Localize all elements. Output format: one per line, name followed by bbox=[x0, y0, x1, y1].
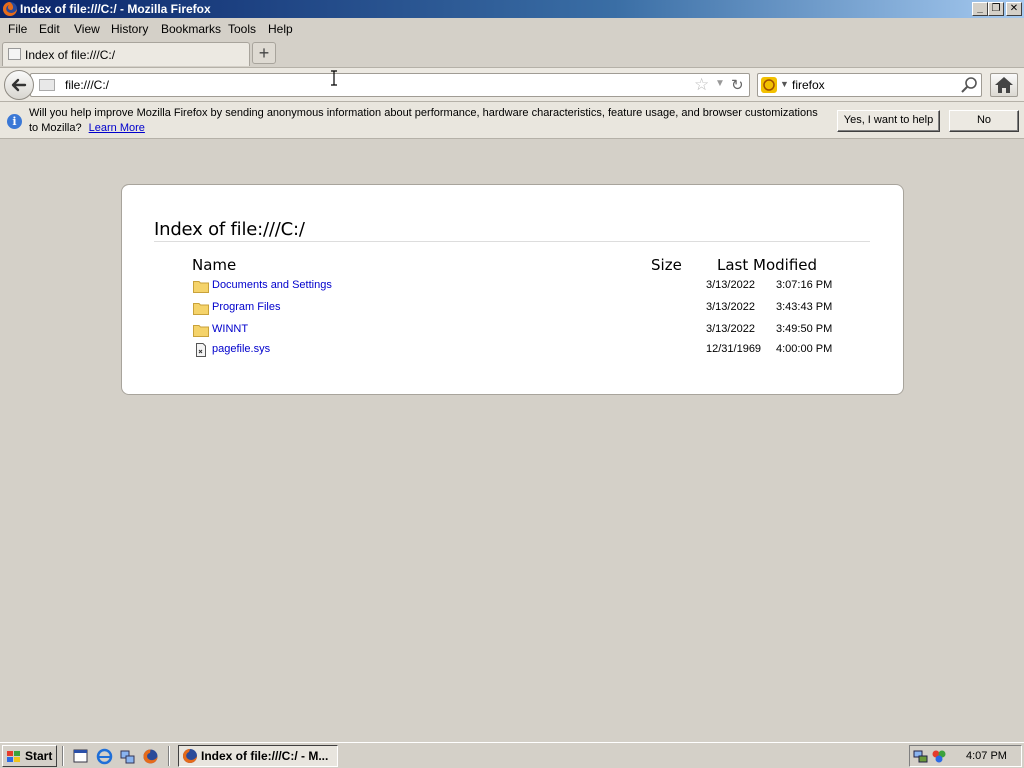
page-content: Index of file:///C:/ Name Size Last Modi… bbox=[0, 140, 1024, 740]
file-icon bbox=[196, 343, 206, 357]
menu-bookmarks[interactable]: Bookmarks bbox=[161, 22, 221, 36]
folder-icon bbox=[193, 303, 209, 315]
tab-index-c[interactable]: Index of file:///C:/ bbox=[2, 42, 250, 66]
folder-icon bbox=[193, 325, 209, 337]
show-desktop-icon[interactable] bbox=[72, 748, 89, 765]
network-connection-icon[interactable] bbox=[913, 749, 929, 764]
window-titlebar[interactable]: Index of file:///C:/ - Mozilla Firefox _… bbox=[0, 0, 1024, 18]
new-tab-button[interactable]: + bbox=[252, 42, 276, 64]
file-date: 3/13/2022 bbox=[706, 279, 755, 291]
close-icon: ✕ bbox=[1009, 3, 1019, 14]
minimize-icon: _ bbox=[977, 3, 983, 14]
tab-label: Index of file:///C:/ bbox=[25, 48, 116, 62]
file-date: 3/13/2022 bbox=[706, 301, 755, 313]
directory-listing-panel: Index of file:///C:/ Name Size Last Modi… bbox=[121, 184, 904, 395]
file-date: 3/13/2022 bbox=[706, 323, 755, 335]
menu-help[interactable]: Help bbox=[268, 22, 293, 36]
taskbar-separator bbox=[168, 746, 170, 766]
start-button[interactable]: Start bbox=[2, 745, 57, 767]
restore-icon: ❐ bbox=[991, 3, 1001, 14]
home-icon bbox=[995, 77, 1013, 93]
learn-more-link[interactable]: Learn More bbox=[89, 122, 145, 134]
taskbar: Start Index of file:///C:/ - M... 4:07 P… bbox=[0, 742, 1024, 768]
back-button[interactable] bbox=[4, 70, 34, 100]
taskbar-firefox-window[interactable]: Index of file:///C:/ - M... bbox=[178, 745, 338, 767]
history-dropdown-icon[interactable]: ▼ bbox=[715, 78, 725, 89]
url-input[interactable] bbox=[65, 77, 665, 93]
menu-history[interactable]: History bbox=[111, 22, 148, 36]
home-button[interactable] bbox=[990, 73, 1018, 97]
windows-logo-icon bbox=[7, 751, 20, 762]
notification-message: Will you help improve Mozilla Firefox by… bbox=[29, 107, 818, 134]
taskbar-task-label: Index of file:///C:/ - M... bbox=[201, 749, 329, 763]
column-header-modified[interactable]: Last Modified bbox=[717, 256, 817, 274]
menu-tools[interactable]: Tools bbox=[228, 22, 256, 36]
file-link[interactable]: Program Files bbox=[212, 301, 280, 313]
no-button[interactable]: No bbox=[949, 110, 1019, 132]
file-date: 12/31/1969 bbox=[706, 343, 762, 355]
firefox-logo-icon bbox=[183, 749, 197, 763]
back-arrow-icon bbox=[11, 78, 27, 92]
taskbar-separator bbox=[62, 746, 64, 766]
minimize-button[interactable]: _ bbox=[972, 2, 988, 16]
search-input[interactable] bbox=[792, 77, 952, 93]
info-icon: i bbox=[7, 114, 22, 129]
page-title: Index of file:///C:/ bbox=[154, 219, 305, 240]
firefox-logo-icon bbox=[3, 2, 17, 16]
tab-strip: Index of file:///C:/ + bbox=[0, 40, 1024, 66]
file-link[interactable]: WINNT bbox=[212, 323, 248, 335]
restore-button[interactable]: ❐ bbox=[988, 2, 1004, 16]
firefox-quicklaunch-icon[interactable] bbox=[142, 748, 159, 765]
site-identity-icon[interactable] bbox=[39, 79, 55, 91]
plus-icon: + bbox=[258, 43, 270, 63]
table-row: pagefile.sys 12/31/1969 4:00:00 PM bbox=[122, 341, 903, 362]
menu-file[interactable]: File bbox=[8, 22, 27, 36]
file-time: 3:49:50 PM bbox=[776, 323, 833, 335]
table-row: WINNT 3/13/2022 3:49:50 PM bbox=[122, 321, 903, 342]
start-label: Start bbox=[25, 749, 53, 763]
file-link[interactable]: pagefile.sys bbox=[212, 343, 270, 355]
system-tray: 4:07 PM bbox=[909, 745, 1022, 767]
window-title: Index of file:///C:/ - Mozilla Firefox bbox=[20, 2, 211, 16]
notification-text: Will you help improve Mozilla Firefox by… bbox=[29, 106, 829, 136]
menu-edit[interactable]: Edit bbox=[39, 22, 60, 36]
text-cursor-icon bbox=[331, 70, 337, 86]
file-time: 4:00:00 PM bbox=[776, 343, 833, 355]
engine-dropdown-icon[interactable]: ▼ bbox=[780, 79, 789, 89]
bookmark-star-icon[interactable]: ☆ bbox=[694, 75, 709, 95]
folder-icon bbox=[193, 281, 209, 293]
page-icon bbox=[8, 48, 21, 60]
search-icon[interactable] bbox=[960, 75, 980, 95]
menu-bar: File Edit View History Bookmarks Tools H… bbox=[0, 19, 1024, 39]
table-row: Program Files 3/13/2022 3:43:43 PM bbox=[122, 299, 903, 320]
taskbar-clock: 4:07 PM bbox=[966, 750, 1007, 762]
network-icon[interactable] bbox=[119, 748, 136, 765]
column-header-name[interactable]: Name bbox=[192, 256, 236, 274]
yahoo-search-icon[interactable] bbox=[761, 77, 777, 93]
menu-view[interactable]: View bbox=[74, 22, 100, 36]
file-time: 3:43:43 PM bbox=[776, 301, 833, 313]
navigation-toolbar: ☆ ▼ ↻ ▼ bbox=[0, 67, 1024, 101]
heading-divider bbox=[154, 241, 870, 242]
column-header-size[interactable]: Size bbox=[651, 256, 682, 274]
yes-help-button[interactable]: Yes, I want to help bbox=[837, 110, 940, 132]
reload-icon[interactable]: ↻ bbox=[731, 76, 744, 94]
file-time: 3:07:16 PM bbox=[776, 279, 833, 291]
search-bar[interactable]: ▼ bbox=[757, 73, 982, 97]
table-row: Documents and Settings 3/13/2022 3:07:16… bbox=[122, 277, 903, 298]
security-shield-icon[interactable] bbox=[931, 749, 947, 764]
file-link[interactable]: Documents and Settings bbox=[212, 279, 332, 291]
url-bar[interactable]: ☆ ▼ ↻ bbox=[30, 73, 750, 97]
internet-explorer-icon[interactable] bbox=[96, 748, 113, 765]
close-button[interactable]: ✕ bbox=[1006, 2, 1022, 16]
